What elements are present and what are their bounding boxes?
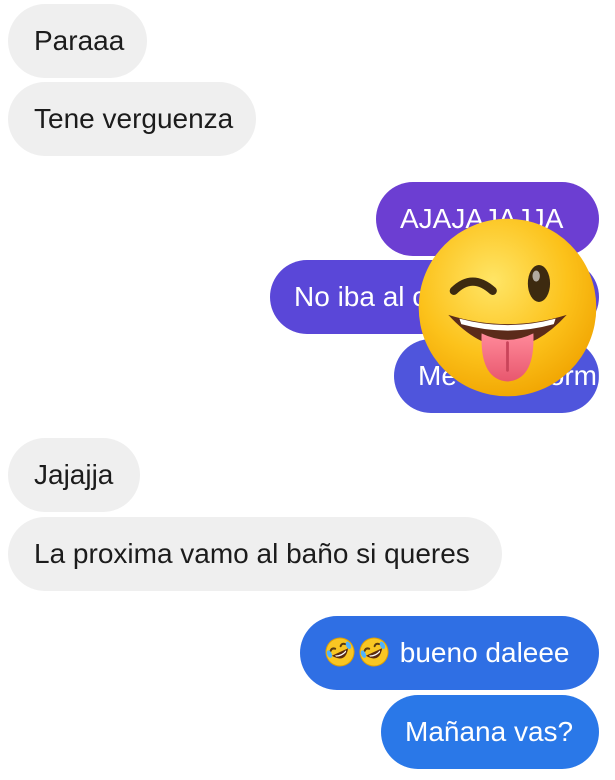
incoming-message-bubble[interactable]: Tene verguenza [8, 82, 256, 156]
message-text: La proxima vamo al baño si queres [34, 538, 470, 569]
incoming-message-bubble[interactable]: La proxima vamo al baño si queres [8, 517, 502, 591]
message-text: Mañana vas? [405, 716, 574, 747]
outgoing-message-bubble[interactable]: Mañana vas? [381, 695, 599, 769]
outgoing-message-bubble[interactable]: bueno daleee [300, 616, 599, 690]
rolling-on-floor-laughing-icon [358, 636, 390, 668]
winking-face-with-tongue-icon[interactable] [415, 215, 600, 400]
message-text: Tene verguenza [34, 103, 234, 134]
message-text: Jajajja [34, 459, 114, 490]
incoming-message-bubble[interactable]: Paraaa [8, 4, 147, 78]
incoming-message-bubble[interactable]: Jajajja [8, 438, 140, 512]
message-text: Paraaa [34, 25, 125, 56]
message-text: bueno daleee [399, 637, 570, 668]
rolling-on-floor-laughing-icon [324, 636, 356, 668]
